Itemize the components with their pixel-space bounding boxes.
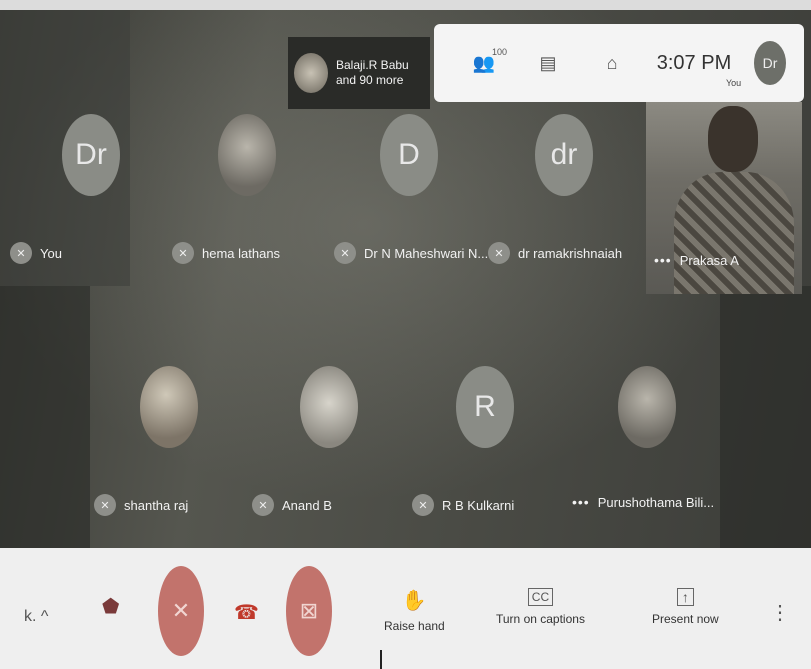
presenter-body <box>674 172 794 294</box>
cursor-line <box>380 650 382 669</box>
avatar: Dr <box>62 114 120 196</box>
avatar <box>300 366 358 448</box>
control-bar: k. ^ ⬟ ✕ ☎ ⊠ ✋ Raise hand CC Turn on cap… <box>0 548 811 669</box>
joined-text: Balaji.R Babu and 90 more <box>336 58 409 87</box>
activities-icon[interactable]: ⌂ <box>580 53 644 74</box>
more-icon[interactable]: ••• <box>654 252 672 268</box>
participant-name: ✕ R B Kulkarni <box>412 494 514 516</box>
avatar <box>294 53 328 93</box>
participant-name: ✕ Anand B <box>252 494 332 516</box>
avatar <box>618 366 676 448</box>
mic-off-icon: ✕ <box>94 494 116 516</box>
hand-icon: ✋ <box>401 590 427 612</box>
shield-icon[interactable]: ⬟ <box>102 594 119 619</box>
meeting-details[interactable]: k. ^ <box>24 608 48 626</box>
avatar[interactable]: Dr <box>754 41 786 85</box>
more-vert-icon: ⋮ <box>770 602 790 624</box>
avatar: dr <box>535 114 593 196</box>
leave-call-button[interactable]: ☎ <box>234 600 259 625</box>
hangup-icon: ☎ <box>234 602 259 624</box>
captions-icon: CC <box>527 588 554 606</box>
participant-name: ••• Prakasa A <box>654 252 739 268</box>
avatar <box>140 366 198 448</box>
mic-off-icon: ✕ <box>488 242 510 264</box>
captions-button[interactable]: CC Turn on captions <box>496 588 585 626</box>
present-icon: ↑ <box>676 588 694 606</box>
you-label: You <box>726 78 742 88</box>
mic-off-icon: ✕ <box>412 494 434 516</box>
clock: 3:07 PM <box>656 51 732 74</box>
raise-hand-button[interactable]: ✋ Raise hand <box>384 588 445 633</box>
avatar: R <box>456 366 514 448</box>
participant-name: ✕ shantha raj <box>94 494 188 516</box>
tile-empty-right <box>720 286 811 548</box>
camera-off-icon: ⊠ <box>286 566 332 656</box>
chat-icon[interactable]: ▤ <box>516 53 580 74</box>
participant-name: ✕ hema lathans <box>172 242 280 264</box>
mic-off-icon: ✕ <box>334 242 356 264</box>
mic-toggle-button[interactable]: ✕ <box>158 566 204 656</box>
avatar <box>218 114 276 196</box>
participant-name: ✕ You <box>10 242 62 264</box>
mic-off-icon: ✕ <box>158 566 204 656</box>
avatar: D <box>380 114 438 196</box>
presenter-video: ••• Prakasa A <box>646 102 802 294</box>
mic-off-icon: ✕ <box>252 494 274 516</box>
joined-notification: Balaji.R Babu and 90 more <box>288 37 430 109</box>
top-bar: 👥 100 ▤ ⌂ 3:07 PM Dr You <box>434 24 804 102</box>
participant-name: ✕ dr ramakrishnaiah <box>488 242 622 264</box>
more-icon[interactable]: ••• <box>572 494 590 510</box>
more-options-button[interactable]: ⋮ <box>770 600 790 625</box>
mic-off-icon: ✕ <box>10 242 32 264</box>
video-grid: Dr D dr ✕ You ✕ hema lathans ✕ Dr N Mahe… <box>0 10 811 548</box>
presenter-head <box>708 106 758 172</box>
participant-name: ••• Purushothama Bili... <box>572 494 715 510</box>
tile-empty-left <box>0 286 90 548</box>
camera-toggle-button[interactable]: ⊠ <box>286 566 332 656</box>
participant-name: ✕ Dr N Maheshwari N... <box>334 242 488 264</box>
present-now-button[interactable]: ↑ Present now <box>652 588 719 626</box>
mic-off-icon: ✕ <box>172 242 194 264</box>
people-icon[interactable]: 👥 100 <box>452 47 516 74</box>
